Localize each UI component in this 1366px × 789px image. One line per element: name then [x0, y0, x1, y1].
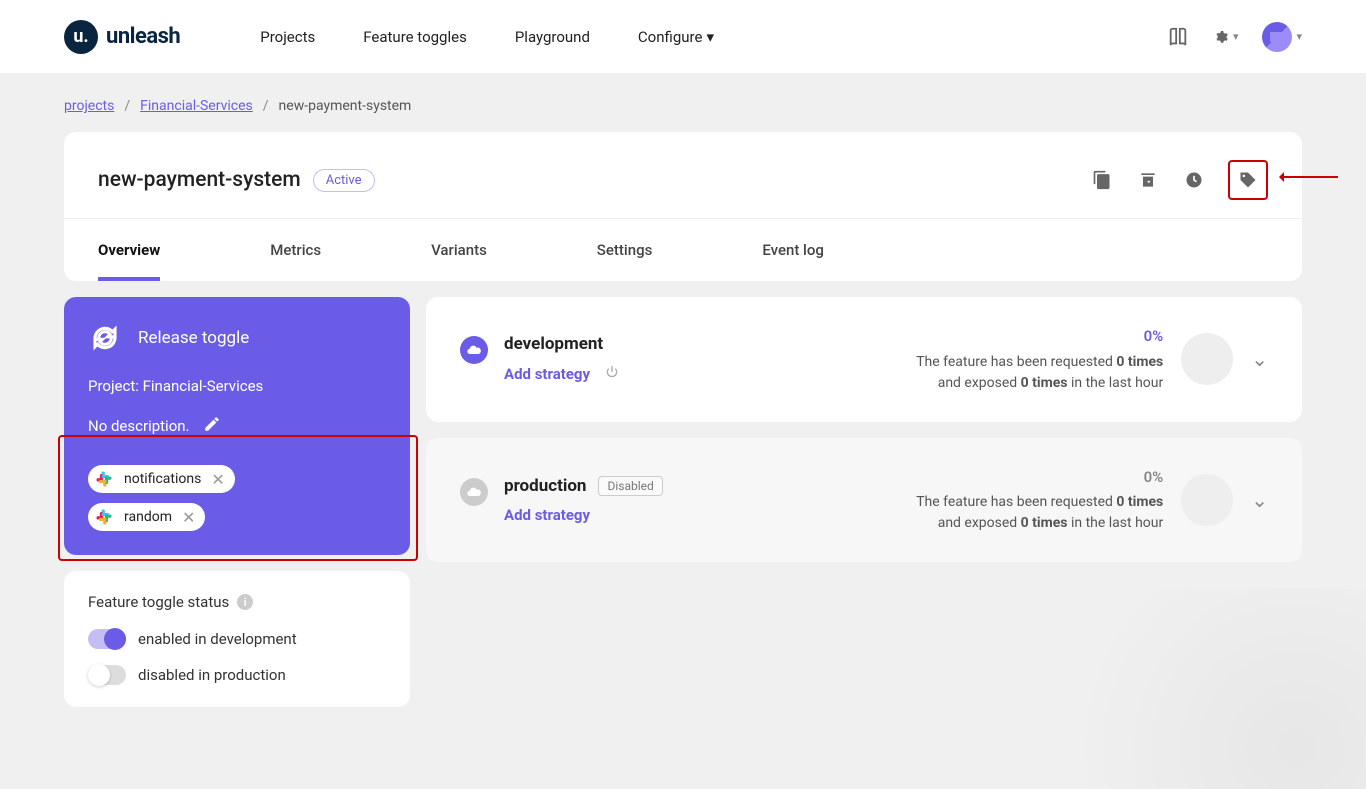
tag-icon[interactable]: [1236, 168, 1260, 192]
tabs: Overview Metrics Variants Settings Event…: [64, 218, 1302, 281]
breadcrumb-projects[interactable]: projects: [64, 98, 114, 114]
chevron-down-icon: ▾: [706, 28, 714, 46]
description-text: No description.: [88, 417, 189, 435]
breadcrumb-current: new-payment-system: [279, 98, 412, 114]
expand-icon[interactable]: ⌄: [1251, 488, 1268, 512]
chevron-down-icon: ▾: [1296, 30, 1302, 43]
nav-configure[interactable]: Configure ▾: [638, 28, 714, 46]
status-badge: Active: [313, 169, 375, 192]
project-line: Project: Financial-Services: [88, 377, 386, 395]
annotation-arrow: [1282, 176, 1338, 178]
env-stats-text: 0% The feature has been requested 0 time…: [916, 466, 1163, 535]
toggle-development[interactable]: [88, 629, 126, 649]
cloud-icon: [460, 478, 488, 506]
status-label: disabled in production: [138, 666, 286, 684]
logo[interactable]: u. unleash: [64, 20, 180, 54]
description-line: No description.: [88, 415, 386, 437]
tag-label: random: [124, 509, 172, 525]
percent-value: 0%: [916, 325, 1163, 348]
panel-header: new-payment-system Active: [64, 132, 1302, 218]
env-card-production: production Disabled Add strategy 0% The …: [426, 438, 1302, 563]
add-strategy-button[interactable]: Add strategy: [504, 506, 663, 524]
nav-feature-toggles[interactable]: Feature toggles: [363, 28, 467, 46]
avatar-icon: [1262, 22, 1292, 52]
breadcrumb: projects / Financial-Services / new-paym…: [0, 74, 1366, 132]
tag-button-highlight: [1228, 160, 1268, 200]
logo-icon: u.: [64, 20, 98, 54]
settings-icon[interactable]: ▾: [1214, 25, 1238, 49]
feature-name: new-payment-system: [98, 168, 301, 192]
status-title: Feature toggle status i: [88, 593, 386, 611]
tab-metrics[interactable]: Metrics: [270, 219, 361, 281]
archive-icon[interactable]: [1136, 168, 1160, 192]
edit-icon[interactable]: [203, 415, 221, 437]
add-strategy-button[interactable]: Add strategy: [504, 364, 620, 384]
docs-icon[interactable]: [1166, 25, 1190, 49]
breadcrumb-sep: /: [124, 98, 130, 114]
env-card-development: development Add strategy 0% The feat: [426, 297, 1302, 422]
slack-icon: [94, 507, 114, 527]
status-row-development: enabled in development: [88, 629, 386, 649]
nav-right: ▾ ▾: [1166, 22, 1302, 52]
tag-chip-notifications: notifications ✕: [88, 465, 235, 493]
metric-circle: [1181, 474, 1233, 526]
metric-circle: [1181, 333, 1233, 385]
top-navigation: u. unleash Projects Feature toggles Play…: [0, 0, 1366, 74]
cloud-icon: [460, 336, 488, 364]
nav-projects[interactable]: Projects: [260, 28, 315, 46]
release-title: Release toggle: [138, 328, 249, 348]
disabled-badge: Disabled: [598, 476, 662, 496]
breadcrumb-project-name[interactable]: Financial-Services: [140, 98, 253, 114]
env-name: development: [504, 334, 603, 354]
expand-icon[interactable]: ⌄: [1251, 347, 1268, 371]
tag-remove-icon[interactable]: ✕: [182, 508, 195, 527]
power-icon: [604, 364, 620, 384]
slack-icon: [94, 469, 114, 489]
feature-panel: new-payment-system Active: [64, 132, 1302, 281]
env-stats-text: 0% The feature has been requested 0 time…: [916, 325, 1163, 394]
header-actions: [1090, 160, 1268, 200]
info-icon[interactable]: i: [237, 594, 253, 610]
nav-configure-label: Configure: [638, 28, 703, 46]
tag-remove-icon[interactable]: ✕: [211, 470, 224, 489]
tab-overview[interactable]: Overview: [98, 219, 200, 281]
breadcrumb-sep: /: [263, 98, 269, 114]
env-name: production: [504, 476, 586, 496]
history-icon[interactable]: [1182, 168, 1206, 192]
user-menu[interactable]: ▾: [1262, 22, 1302, 52]
release-card: Release toggle Project: Financial-Servic…: [64, 297, 410, 555]
status-row-production: disabled in production: [88, 665, 386, 685]
tag-label: notifications: [124, 471, 201, 487]
logo-text: unleash: [106, 24, 180, 49]
percent-value: 0%: [916, 466, 1163, 489]
tags-area: notifications ✕ random ✕: [88, 465, 386, 531]
nav-playground[interactable]: Playground: [515, 28, 590, 46]
status-card: Feature toggle status i enabled in devel…: [64, 571, 410, 707]
toggle-production[interactable]: [88, 665, 126, 685]
tab-event-log[interactable]: Event log: [762, 219, 864, 281]
tab-settings[interactable]: Settings: [597, 219, 693, 281]
nav-links: Projects Feature toggles Playground Conf…: [260, 28, 1166, 46]
status-label: enabled in development: [138, 630, 297, 648]
tag-chip-random: random ✕: [88, 503, 205, 531]
release-icon: [88, 321, 122, 355]
copy-icon[interactable]: [1090, 168, 1114, 192]
tab-variants[interactable]: Variants: [431, 219, 527, 281]
